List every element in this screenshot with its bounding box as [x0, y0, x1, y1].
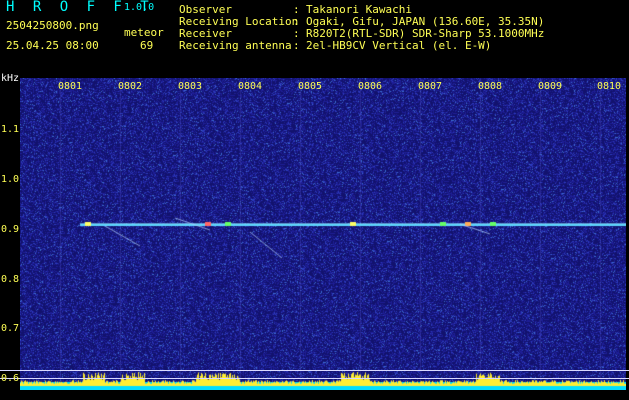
time-tick-0803: 0803 [178, 81, 203, 92]
freq-tick-1.0: 1.0 [1, 174, 20, 185]
app-version: 1.0.0 [124, 2, 155, 13]
guide-line [0, 378, 629, 379]
freq-tick-0.6: 0.6 [1, 373, 20, 384]
y-axis-unit: kHz [1, 73, 20, 84]
time-tick-0807: 0807 [418, 81, 443, 92]
time-tick-0808: 0808 [478, 81, 503, 92]
meteor-count: 69 [140, 39, 154, 52]
file-name: 2504250800.png [6, 19, 99, 32]
colon: : [293, 39, 300, 52]
time-tick-0804: 0804 [238, 81, 263, 92]
mode-label: meteor [124, 26, 164, 39]
time-tick-0806: 0806 [358, 81, 383, 92]
time-tick-0802: 0802 [118, 81, 143, 92]
time-tick-0810: 0810 [597, 81, 622, 92]
guide-line [0, 370, 629, 371]
spectrogram [20, 78, 626, 390]
freq-tick-0.8: 0.8 [1, 274, 20, 285]
freq-tick-0.9: 0.9 [1, 224, 20, 235]
antenna-value: 2el-HB9CV Vertical (el. E-W) [306, 39, 492, 52]
freq-tick-0.7: 0.7 [1, 323, 20, 334]
antenna-label: Receiving antenna [179, 39, 292, 52]
time-tick-0805: 0805 [298, 81, 323, 92]
time-tick-0801: 0801 [58, 81, 83, 92]
freq-tick-1.1: 1.1 [1, 124, 20, 135]
time-tick-0809: 0809 [538, 81, 563, 92]
datetime-label: 25.04.25 08:00 [6, 39, 99, 52]
